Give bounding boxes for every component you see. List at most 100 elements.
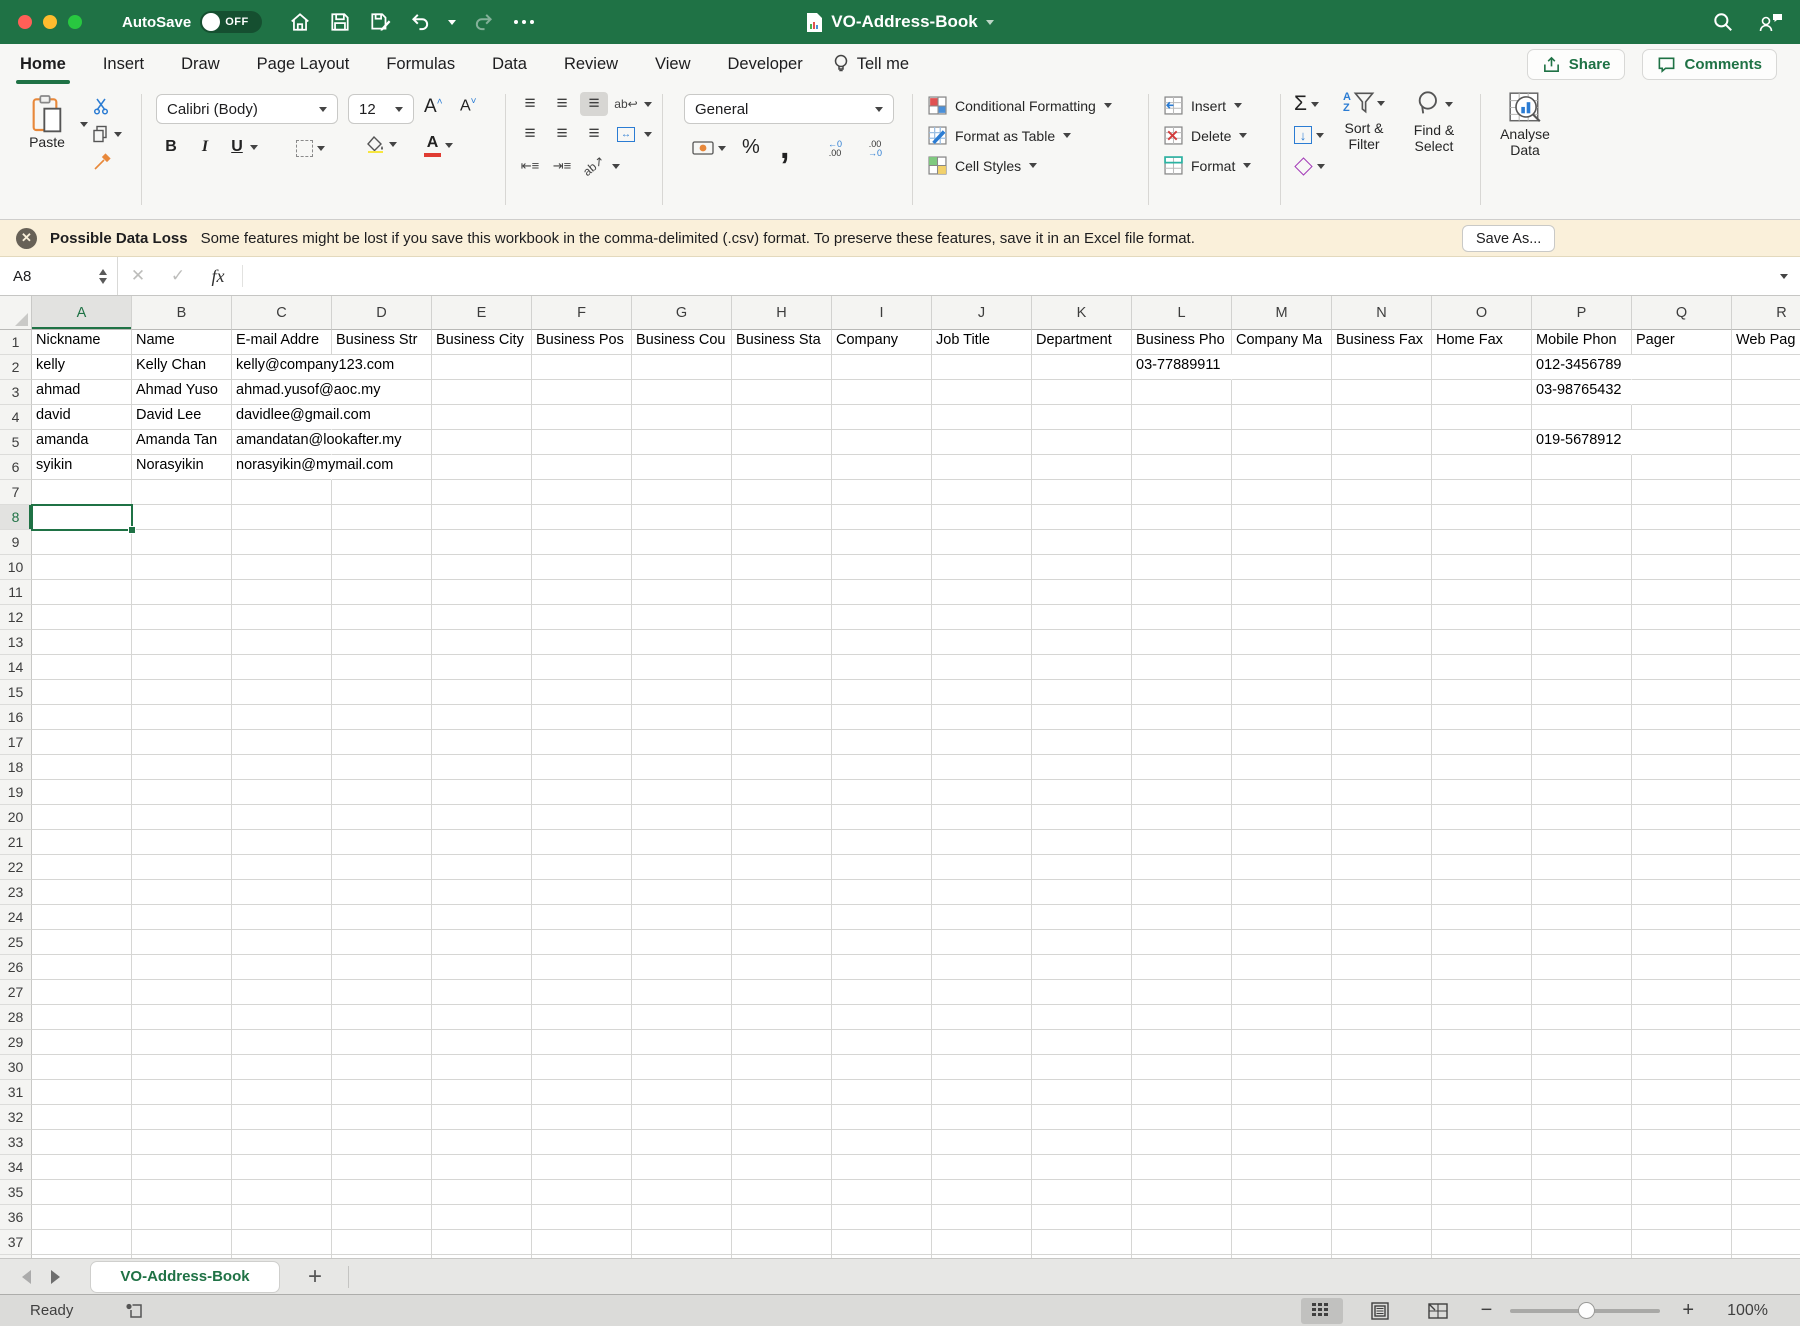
- cell-E31[interactable]: [432, 1080, 532, 1105]
- cell-J32[interactable]: [932, 1105, 1032, 1130]
- cell-I29[interactable]: [832, 1030, 932, 1055]
- cell-H11[interactable]: [732, 580, 832, 605]
- cell-K24[interactable]: [1032, 905, 1132, 930]
- cell-F34[interactable]: [532, 1155, 632, 1180]
- cell-M31[interactable]: [1232, 1080, 1332, 1105]
- cell-A29[interactable]: [32, 1030, 132, 1055]
- cell-L7[interactable]: [1132, 480, 1232, 505]
- cell-H9[interactable]: [732, 530, 832, 555]
- cell-J25[interactable]: [932, 930, 1032, 955]
- cell-D9[interactable]: [332, 530, 432, 555]
- underline-button[interactable]: U: [228, 138, 258, 156]
- cell-L4[interactable]: [1132, 405, 1232, 430]
- cell-K26[interactable]: [1032, 955, 1132, 980]
- cell-H12[interactable]: [732, 605, 832, 630]
- cell-K14[interactable]: [1032, 655, 1132, 680]
- cell-E21[interactable]: [432, 830, 532, 855]
- cell-P30[interactable]: [1532, 1055, 1632, 1080]
- cell-R19[interactable]: [1732, 780, 1800, 805]
- cell-G34[interactable]: [632, 1155, 732, 1180]
- cell-Q33[interactable]: [1632, 1130, 1732, 1155]
- cell-R37[interactable]: [1732, 1230, 1800, 1255]
- cell-D28[interactable]: [332, 1005, 432, 1030]
- column-header-O[interactable]: O: [1432, 296, 1532, 330]
- cell-O5[interactable]: [1432, 430, 1532, 455]
- cell-P8[interactable]: [1532, 505, 1632, 530]
- cell-H36[interactable]: [732, 1205, 832, 1230]
- cell-B26[interactable]: [132, 955, 232, 980]
- borders-chevron-icon[interactable]: [317, 146, 325, 151]
- cell-R33[interactable]: [1732, 1130, 1800, 1155]
- cell-F26[interactable]: [532, 955, 632, 980]
- autosave-toggle[interactable]: OFF: [200, 11, 262, 33]
- cell-C33[interactable]: [232, 1130, 332, 1155]
- cell-P13[interactable]: [1532, 630, 1632, 655]
- cell-E3[interactable]: [432, 380, 532, 405]
- row-header-8[interactable]: 8: [0, 505, 32, 530]
- cell-D19[interactable]: [332, 780, 432, 805]
- cell-F17[interactable]: [532, 730, 632, 755]
- column-header-D[interactable]: D: [332, 296, 432, 330]
- cell-N30[interactable]: [1332, 1055, 1432, 1080]
- align-right-button[interactable]: ≡: [580, 122, 608, 146]
- cell-A15[interactable]: [32, 680, 132, 705]
- row-header-16[interactable]: 16: [0, 705, 32, 730]
- page-break-preview-button[interactable]: [1417, 1298, 1459, 1324]
- cell-C15[interactable]: [232, 680, 332, 705]
- row-header-26[interactable]: 26: [0, 955, 32, 980]
- cell-H31[interactable]: [732, 1080, 832, 1105]
- cell-O12[interactable]: [1432, 605, 1532, 630]
- column-header-L[interactable]: L: [1132, 296, 1232, 330]
- cell-M16[interactable]: [1232, 705, 1332, 730]
- cell-D22[interactable]: [332, 855, 432, 880]
- decrease-indent-button[interactable]: ⇤≡: [516, 154, 544, 178]
- cell-H1[interactable]: Business Sta: [732, 330, 832, 355]
- cell-E32[interactable]: [432, 1105, 532, 1130]
- cell-F6[interactable]: [532, 455, 632, 480]
- cell-K35[interactable]: [1032, 1180, 1132, 1205]
- cell-E9[interactable]: [432, 530, 532, 555]
- cell-H22[interactable]: [732, 855, 832, 880]
- autosum-chevron-icon[interactable]: [1311, 102, 1319, 107]
- fill-button[interactable]: ↓: [1294, 126, 1324, 144]
- cell-I13[interactable]: [832, 630, 932, 655]
- row-header-4[interactable]: 4: [0, 405, 32, 430]
- cell-F36[interactable]: [532, 1205, 632, 1230]
- tab-developer[interactable]: Developer: [728, 44, 803, 84]
- cell-N3[interactable]: [1332, 380, 1432, 405]
- cell-M19[interactable]: [1232, 780, 1332, 805]
- cell-P15[interactable]: [1532, 680, 1632, 705]
- cell-G4[interactable]: [632, 405, 732, 430]
- cell-N24[interactable]: [1332, 905, 1432, 930]
- fill-color-chevron-icon[interactable]: [389, 142, 397, 147]
- cell-N25[interactable]: [1332, 930, 1432, 955]
- cell-L26[interactable]: [1132, 955, 1232, 980]
- column-header-E[interactable]: E: [432, 296, 532, 330]
- cell-J12[interactable]: [932, 605, 1032, 630]
- cell-G10[interactable]: [632, 555, 732, 580]
- cell-C6[interactable]: norasyikin@mymail.com: [232, 455, 332, 480]
- cell-O23[interactable]: [1432, 880, 1532, 905]
- cell-J24[interactable]: [932, 905, 1032, 930]
- cell-C17[interactable]: [232, 730, 332, 755]
- cell-G6[interactable]: [632, 455, 732, 480]
- cell-R31[interactable]: [1732, 1080, 1800, 1105]
- cell-N4[interactable]: [1332, 405, 1432, 430]
- cell-E25[interactable]: [432, 930, 532, 955]
- cell-C24[interactable]: [232, 905, 332, 930]
- cell-H14[interactable]: [732, 655, 832, 680]
- cell-N34[interactable]: [1332, 1155, 1432, 1180]
- column-header-C[interactable]: C: [232, 296, 332, 330]
- cell-G9[interactable]: [632, 530, 732, 555]
- cell-E20[interactable]: [432, 805, 532, 830]
- normal-view-button[interactable]: [1301, 1298, 1343, 1324]
- cell-H15[interactable]: [732, 680, 832, 705]
- name-box[interactable]: A8: [0, 257, 118, 295]
- cell-B36[interactable]: [132, 1205, 232, 1230]
- row-header-1[interactable]: 1: [0, 330, 32, 355]
- cell-K22[interactable]: [1032, 855, 1132, 880]
- cell-Q12[interactable]: [1632, 605, 1732, 630]
- cell-D24[interactable]: [332, 905, 432, 930]
- cell-A13[interactable]: [32, 630, 132, 655]
- cell-O4[interactable]: [1432, 405, 1532, 430]
